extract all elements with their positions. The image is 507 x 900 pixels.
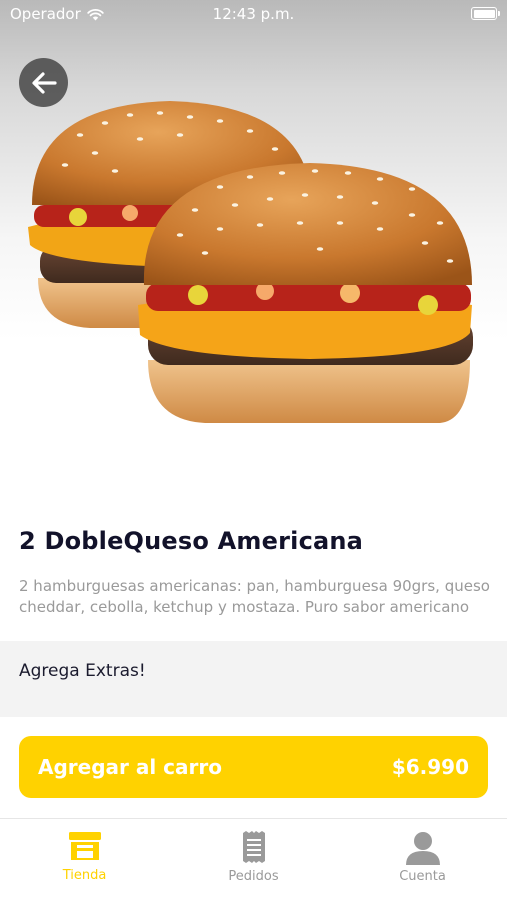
tab-pedidos[interactable]: Pedidos [169, 819, 338, 900]
battery-icon [471, 7, 500, 20]
extras-label: Agrega Extras! [19, 661, 146, 681]
receipt-icon [242, 831, 265, 863]
arrow-left-icon [31, 71, 57, 94]
product-title: 2 DobleQueso Americana [19, 527, 364, 555]
status-bar: Operador 12:43 p.m. [0, 0, 507, 28]
product-image [28, 101, 473, 423]
tab-cuenta[interactable]: Cuenta [338, 819, 507, 900]
tab-cuenta-label: Cuenta [399, 869, 446, 884]
store-icon [68, 832, 101, 860]
extras-section[interactable]: Agrega Extras! [0, 641, 507, 717]
tab-pedidos-label: Pedidos [228, 869, 279, 884]
status-time: 12:43 p.m. [212, 5, 295, 23]
back-button[interactable] [19, 58, 68, 107]
tab-tienda-label: Tienda [62, 868, 107, 883]
add-to-cart-label: Agregar al carro [38, 755, 222, 779]
user-icon [405, 832, 440, 865]
tab-bar: Tienda Pedidos Cuenta [0, 818, 507, 900]
add-to-cart-price: $6.990 [391, 755, 469, 779]
product-hero: Operador 12:43 p.m. [0, 0, 507, 508]
burger-front [138, 163, 473, 423]
add-to-cart-button[interactable]: Agregar al carro $6.990 [19, 736, 488, 798]
tab-tienda[interactable]: Tienda [0, 819, 169, 900]
product-description: 2 hamburguesas americanas: pan, hamburgu… [19, 577, 490, 616]
